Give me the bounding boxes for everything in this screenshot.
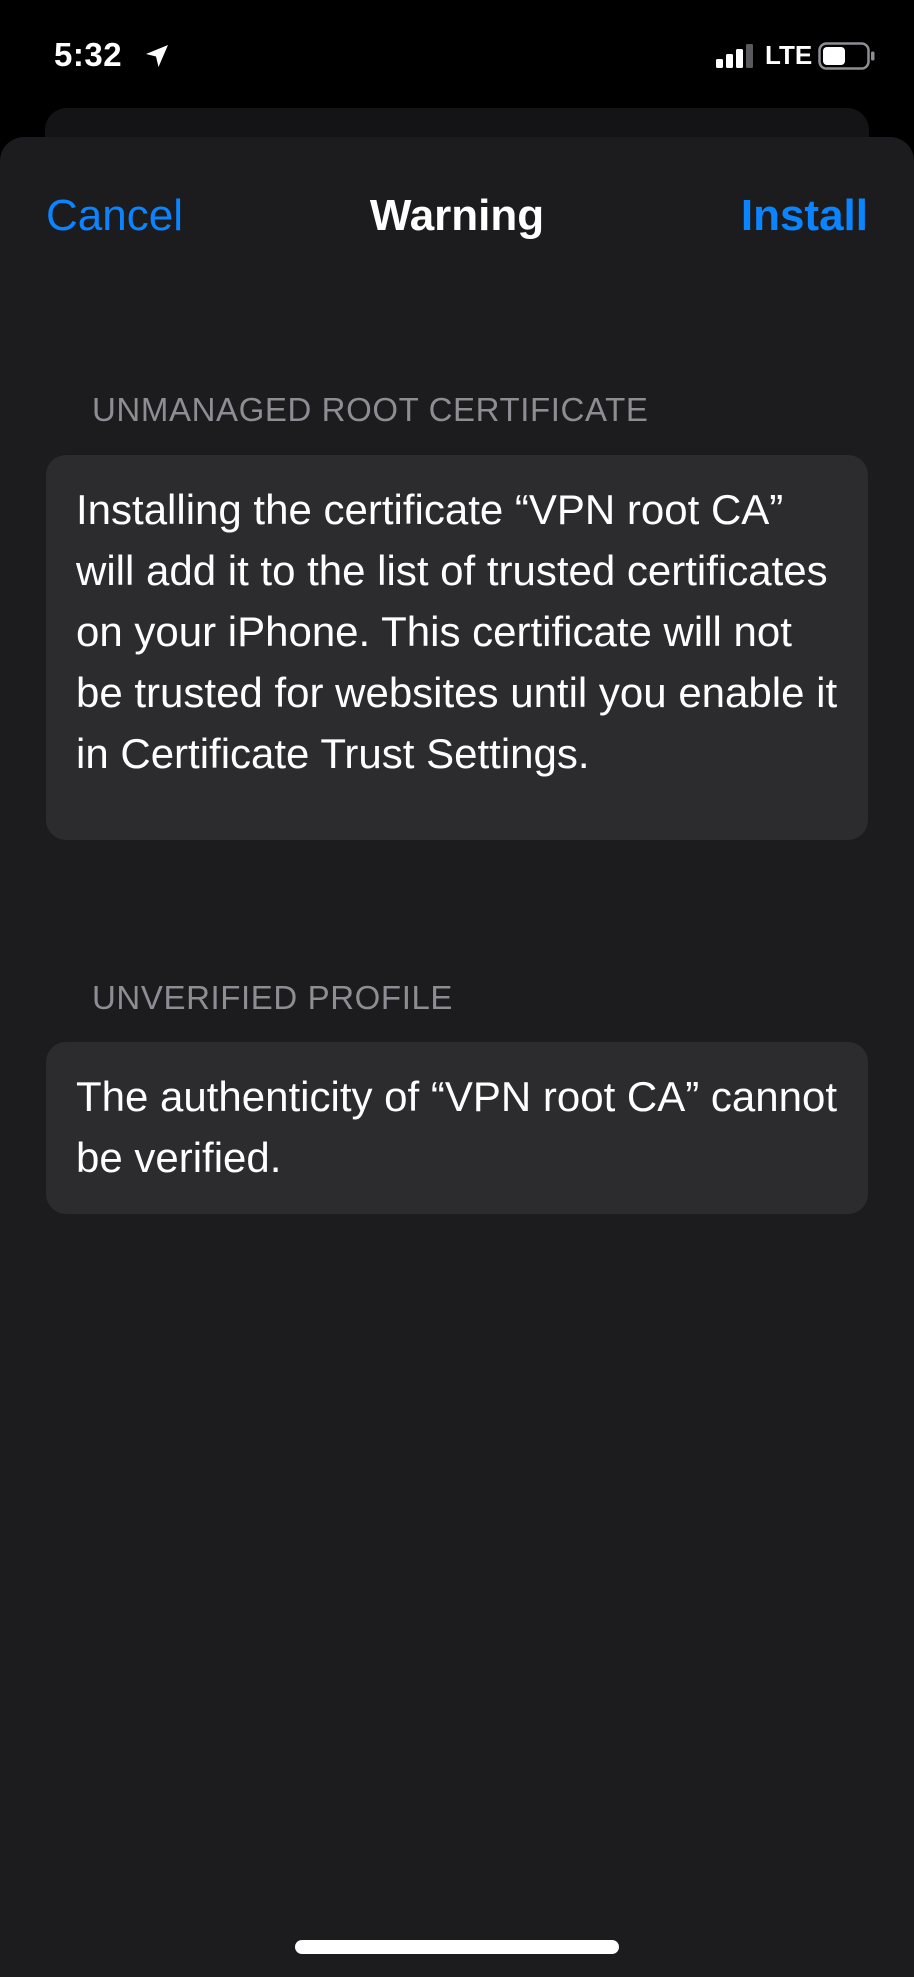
cancel-button[interactable]: Cancel <box>46 191 183 241</box>
unmanaged-root-certificate-card: Installing the certificate “VPN root CA”… <box>46 455 868 840</box>
network-type-label: LTE <box>765 40 813 70</box>
warning-sheet: Cancel Warning Install UNMANAGED ROOT CE… <box>0 137 914 1977</box>
home-indicator[interactable] <box>295 1940 619 1954</box>
cellular-signal-icon <box>716 44 754 68</box>
unverified-profile-text: The authenticity of “VPN root CA” cannot… <box>76 1073 838 1181</box>
section-header-unverified-profile: UNVERIFIED PROFILE <box>92 979 454 1016</box>
section-header-unmanaged-root-certificate: UNMANAGED ROOT CERTIFICATE <box>92 391 649 428</box>
status-bar: 5:32 LTE <box>0 0 914 110</box>
install-button[interactable]: Install <box>741 191 868 241</box>
battery-icon <box>818 42 876 70</box>
location-arrow-icon <box>144 43 170 69</box>
status-time: 5:32 <box>54 36 123 73</box>
unverified-profile-card: The authenticity of “VPN root CA” cannot… <box>46 1042 868 1214</box>
unmanaged-root-certificate-text: Installing the certificate “VPN root CA”… <box>76 486 838 777</box>
screen: 5:32 LTE Cancel Warning Install UNMANAGE… <box>0 0 914 1977</box>
